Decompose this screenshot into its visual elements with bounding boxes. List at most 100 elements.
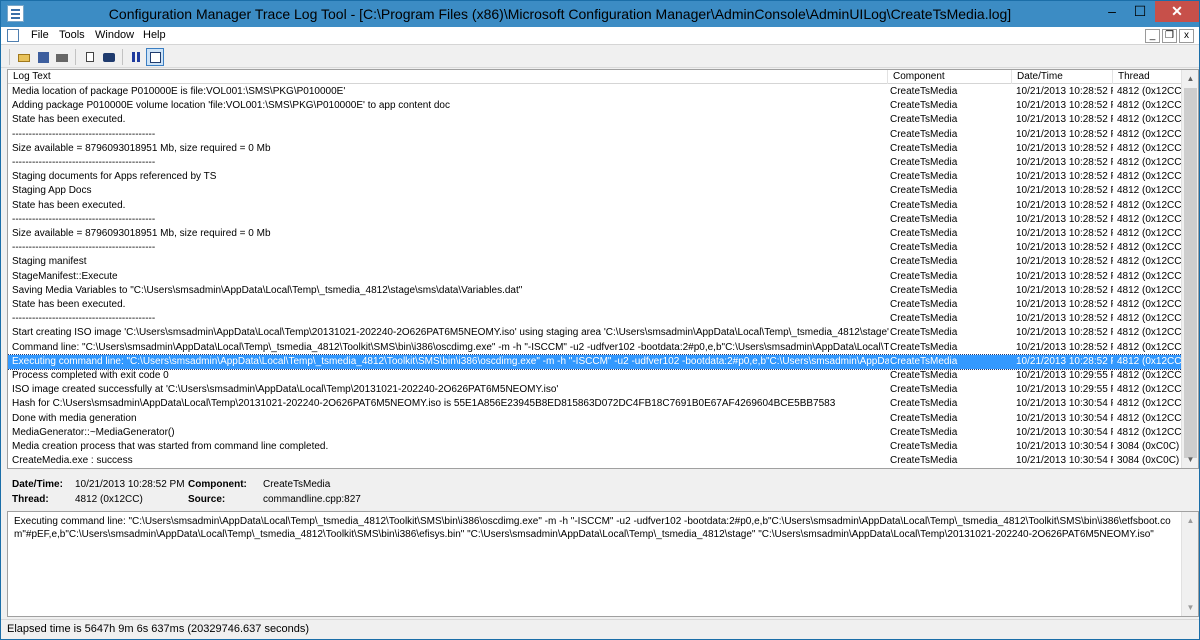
date-time-cell: 10/21/2013 10:29:55 P [1016, 370, 1113, 381]
log-row[interactable]: StageManifest::Execute CreateTsMedia 10/21… [8, 270, 1182, 284]
column-thread[interactable]: Thread [1113, 70, 1182, 84]
scroll-down-icon[interactable]: ▼ [1182, 451, 1198, 468]
log-text-cell: Size available = 8796093018951 Mb, size … [12, 142, 271, 154]
menu-tools[interactable]: Tools [59, 29, 85, 41]
log-row[interactable]: Start creating ISO image 'C:\Users\smsad… [8, 326, 1182, 340]
log-row[interactable]: Size available = 8796093018951 Mb, size … [8, 227, 1182, 241]
thread-cell: 4812 (0x12CC) [1117, 270, 1182, 282]
date-time-cell: 10/21/2013 10:30:54 P [1016, 455, 1113, 467]
date-time-cell: 10/21/2013 10:28:52 P [1016, 128, 1113, 140]
log-row[interactable]: ----------------------------------------… [8, 128, 1182, 142]
log-row[interactable]: Media creation process that was started … [8, 440, 1182, 454]
log-row[interactable]: Adding package P010000E volume location … [8, 99, 1182, 113]
log-text-cell: ----------------------------------------… [12, 128, 156, 140]
document-icon[interactable] [7, 29, 19, 42]
column-date-time[interactable]: Date/Time [1012, 70, 1113, 84]
minimize-button[interactable]: – [1099, 1, 1125, 22]
date-time-cell: 10/21/2013 10:28:52 P [1016, 284, 1113, 296]
component-value: CreateTsMedia [263, 479, 331, 490]
log-row[interactable]: Staging documents for Apps referenced by… [8, 170, 1182, 184]
component-cell: CreateTsMedia [890, 455, 958, 467]
log-row[interactable]: Saving Media Variables to "C:\Users\smsa… [8, 284, 1182, 298]
date-time-cell: 10/21/2013 10:30:54 P [1016, 412, 1113, 424]
print-button[interactable] [53, 48, 71, 66]
message-textbox[interactable]: Executing command line: "C:\Users\smsadm… [7, 511, 1199, 617]
date-time-cell: 10/21/2013 10:28:52 P [1016, 185, 1113, 197]
mdi-minimize-button[interactable]: _ [1145, 29, 1160, 43]
find-icon [103, 53, 115, 62]
log-row[interactable]: Executing command line: "C:\Users\smsadm… [8, 353, 1182, 370]
scroll-down-icon[interactable]: ▼ [1182, 599, 1199, 616]
log-text-cell: Command line: "C:\Users\smsadmin\AppData… [12, 341, 889, 353]
scroll-up-icon[interactable]: ▲ [1182, 70, 1198, 87]
date-time-cell: 10/21/2013 10:28:52 P [1016, 299, 1113, 310]
close-button[interactable]: ✕ [1155, 1, 1199, 22]
log-text-cell: Done with media generation [12, 412, 137, 424]
log-row[interactable]: Size available = 8796093018951 Mb, size … [8, 142, 1182, 156]
thread-cell: 4812 (0x12CC) [1117, 426, 1182, 438]
title-bar[interactable]: Configuration Manager Trace Log Tool - [… [1, 1, 1199, 27]
log-row[interactable]: State has been executed. CreateTsMedia 10/… [8, 199, 1182, 213]
log-list[interactable]: Log Text Component Date/Time Thread Medi… [7, 69, 1199, 469]
copy-button[interactable] [81, 48, 99, 66]
scroll-thumb[interactable] [1184, 88, 1197, 458]
mdi-close-button[interactable]: x [1179, 29, 1194, 43]
log-row[interactable]: State has been executed. CreateTsMedia 10/… [8, 113, 1182, 127]
log-text-cell: Staging App Docs [12, 185, 92, 197]
save-button[interactable] [34, 48, 52, 66]
menu-file[interactable]: File [31, 29, 49, 41]
log-row[interactable]: Hash for C:\Users\smsadmin\AppData\Local… [8, 397, 1182, 411]
toolbar [1, 46, 1199, 68]
menu-help[interactable]: Help [143, 29, 166, 41]
log-row[interactable]: Process completed with exit code 0 Create… [8, 369, 1182, 383]
log-row[interactable]: ----------------------------------------… [8, 213, 1182, 227]
log-row[interactable]: Done with media generation CreateTsMedia 1… [8, 412, 1182, 426]
component-cell: CreateTsMedia [890, 426, 958, 438]
component-cell: CreateTsMedia [890, 185, 958, 197]
column-component[interactable]: Component [888, 70, 1012, 84]
mdi-restore-button[interactable]: ❐ [1162, 29, 1177, 43]
thread-cell: 4812 (0x12CC) [1117, 341, 1182, 353]
date-time-cell: 10/21/2013 10:28:52 P [1016, 242, 1113, 254]
log-row[interactable]: ----------------------------------------… [8, 241, 1182, 255]
thread-cell: 4812 (0x12CC) [1117, 412, 1182, 424]
column-log-text[interactable]: Log Text [8, 70, 888, 84]
log-row[interactable]: Command line: "C:\Users\smsadmin\AppData… [8, 341, 1182, 355]
component-cell: CreateTsMedia [890, 199, 958, 211]
component-cell: CreateTsMedia [890, 86, 958, 97]
trace-log-app-icon[interactable] [7, 5, 24, 22]
open-button[interactable] [15, 48, 33, 66]
message-scrollbar[interactable]: ▲ ▼ [1181, 512, 1198, 616]
maximize-button[interactable]: ☐ [1127, 1, 1153, 22]
find-button[interactable] [100, 48, 118, 66]
log-text-cell: ISO image created successfully at 'C:\Us… [12, 384, 559, 396]
log-row[interactable]: MediaGenerator::~MediaGenerator() CreateT… [8, 426, 1182, 440]
log-row[interactable]: ----------------------------------------… [8, 312, 1182, 326]
elapsed-time-status: Elapsed time is 5647h 9m 6s 637ms (20329… [7, 623, 310, 635]
preview-pane-button[interactable] [146, 48, 164, 66]
menu-window[interactable]: Window [95, 29, 134, 41]
log-list-scrollbar[interactable]: ▲ ▼ [1181, 70, 1198, 468]
log-row[interactable]: Media location of package P010000E is fi… [8, 85, 1182, 99]
date-time-cell: 10/21/2013 10:28:52 P [1016, 142, 1113, 154]
log-row[interactable]: State has been executed. CreateTsMedia 10/… [8, 298, 1182, 312]
pause-button[interactable] [127, 48, 145, 66]
thread-cell: 4812 (0x12CC) [1117, 327, 1182, 339]
log-row[interactable]: Staging App Docs CreateTsMedia 10/21/2013 … [8, 184, 1182, 198]
thread-cell: 4812 (0x12CC) [1117, 213, 1182, 225]
component-cell: CreateTsMedia [890, 100, 958, 112]
log-row[interactable]: Staging manifest CreateTsMedia 10/21/2013 … [8, 255, 1182, 269]
thread-cell: 4812 (0x12CC) [1117, 171, 1182, 183]
date-time-cell: 10/21/2013 10:28:52 P [1016, 256, 1113, 268]
log-row[interactable]: ----------------------------------------… [8, 156, 1182, 170]
component-cell: CreateTsMedia [890, 128, 958, 140]
scroll-up-icon[interactable]: ▲ [1182, 512, 1199, 529]
thread-cell: 4812 (0x12CC) [1117, 384, 1182, 396]
thread-cell: 4812 (0x12CC) [1117, 199, 1182, 211]
message-text[interactable]: Executing command line: "C:\Users\smsadm… [14, 515, 1172, 541]
component-cell: CreateTsMedia [890, 398, 958, 410]
component-label: Component: [188, 479, 247, 490]
source-label: Source: [188, 494, 226, 505]
log-row[interactable]: CreateMedia.exe : success CreateTsMedia 10… [8, 454, 1182, 468]
log-row[interactable]: ISO image created successfully at 'C:\Us… [8, 383, 1182, 397]
